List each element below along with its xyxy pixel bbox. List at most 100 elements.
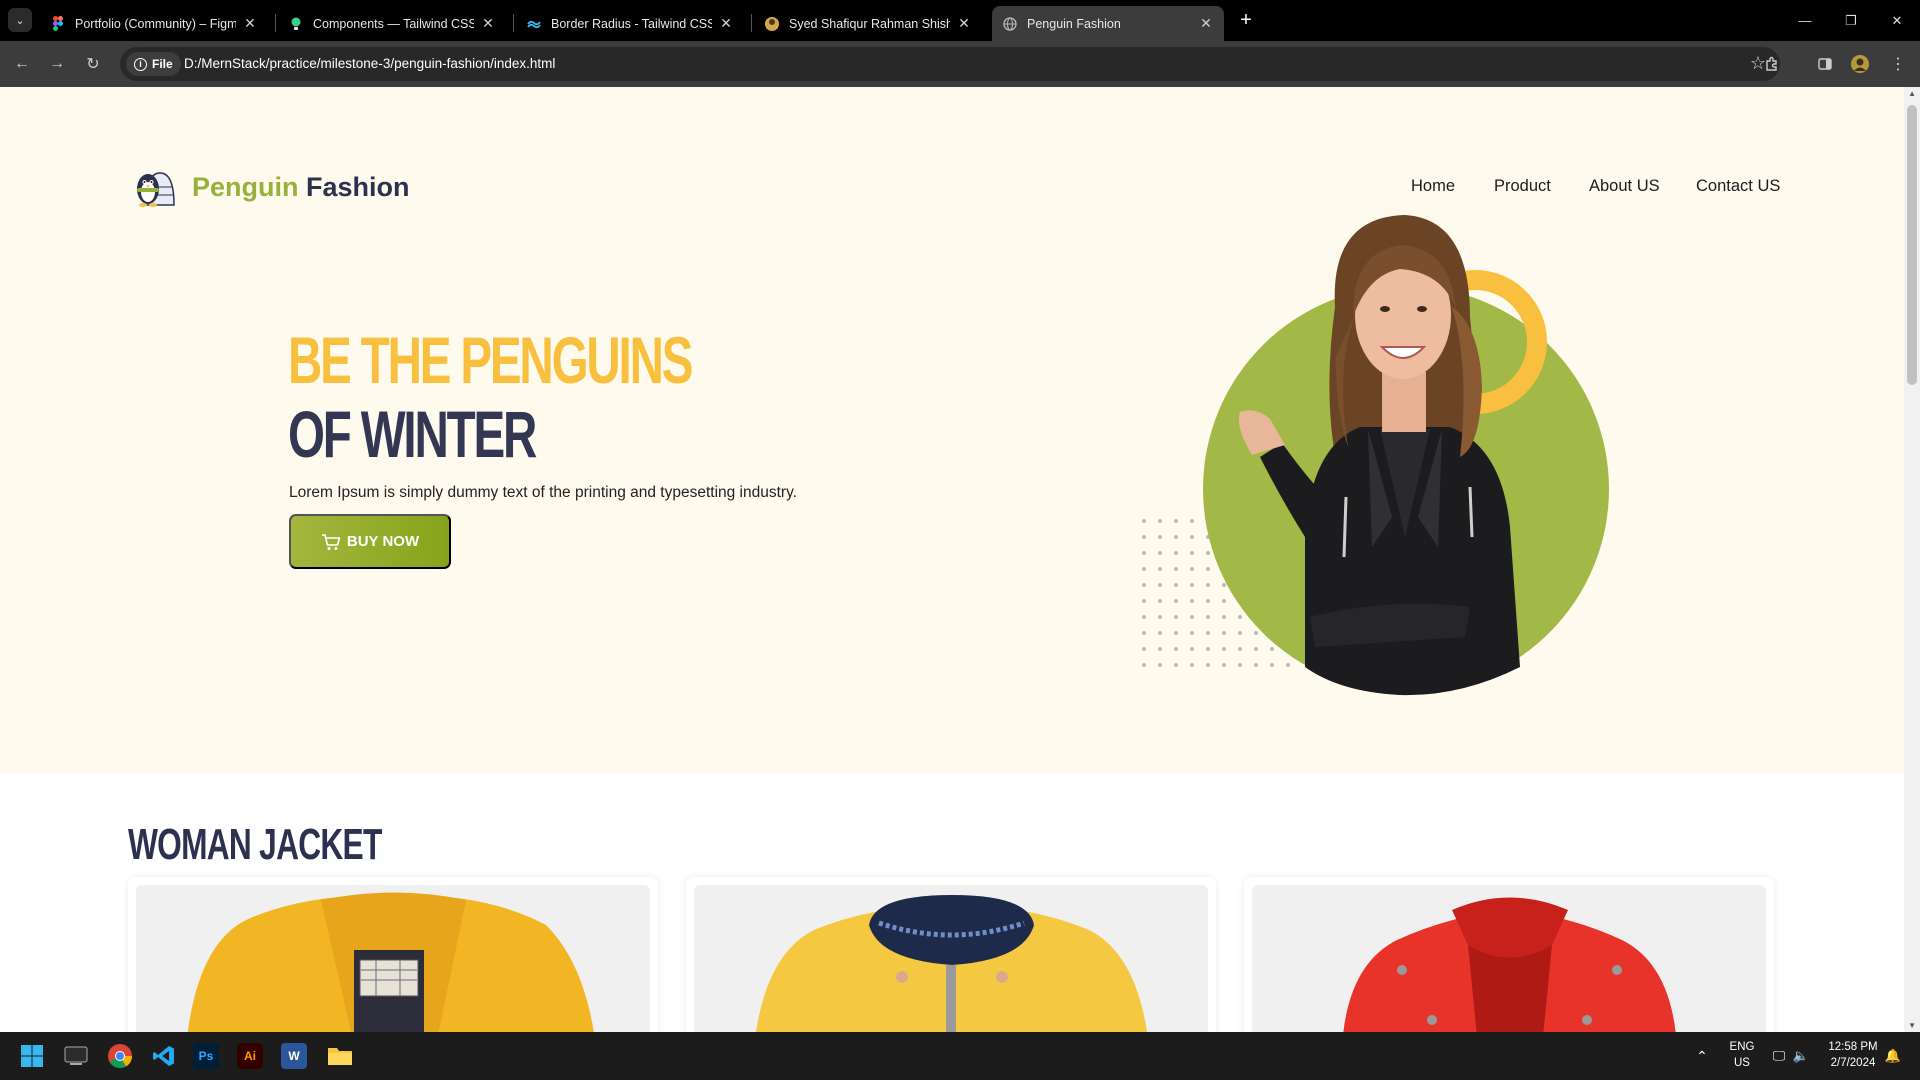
site-info-label: File bbox=[152, 57, 173, 71]
language-line-2: US bbox=[1734, 1057, 1750, 1069]
scrollbar-thumb[interactable] bbox=[1907, 105, 1917, 385]
restore-icon: ❐ bbox=[1845, 12, 1857, 28]
tab-figma[interactable]: Portfolio (Community) – Figma ✕ bbox=[40, 6, 268, 41]
language-line-1: ENG bbox=[1729, 1041, 1755, 1054]
url-text[interactable]: D:/MernStack/practice/milestone-3/pengui… bbox=[184, 56, 555, 71]
menu-button[interactable]: ⋮ bbox=[1886, 52, 1910, 76]
close-icon[interactable]: ✕ bbox=[956, 15, 972, 32]
tab-strip: ⌄ Portfolio (Community) – Figma ✕ Compon… bbox=[0, 0, 1920, 41]
minimize-icon: — bbox=[1798, 13, 1812, 28]
product-card[interactable] bbox=[686, 877, 1216, 1032]
bulb-icon bbox=[288, 16, 304, 32]
illustrator-icon[interactable]: Ai bbox=[237, 1043, 263, 1069]
figma-icon bbox=[50, 16, 66, 32]
close-icon: ✕ bbox=[1891, 12, 1903, 28]
reload-button[interactable]: ↻ bbox=[81, 52, 105, 76]
terminal-icon[interactable] bbox=[60, 1040, 92, 1072]
notification-bell-icon[interactable]: 🔔 bbox=[1882, 1032, 1904, 1080]
volume-icon[interactable]: 🔈 bbox=[1790, 1032, 1812, 1080]
chrome-icon[interactable] bbox=[104, 1040, 136, 1072]
nav-product[interactable]: Product bbox=[1494, 177, 1551, 196]
reload-icon: ↻ bbox=[86, 56, 100, 73]
vscode-icon[interactable] bbox=[148, 1040, 180, 1072]
plus-icon: + bbox=[1240, 8, 1252, 31]
close-icon[interactable]: ✕ bbox=[242, 15, 258, 32]
restore-button[interactable]: ❐ bbox=[1828, 0, 1874, 41]
new-tab-button[interactable]: + bbox=[1234, 8, 1258, 32]
hero-headline-line-1: BE THE PENGUINS bbox=[288, 323, 693, 397]
clock[interactable]: 12:58 PM 2/7/2024 bbox=[1820, 1032, 1886, 1080]
close-icon[interactable]: ✕ bbox=[480, 15, 496, 32]
network-icon[interactable]: 🖵 bbox=[1768, 1032, 1790, 1080]
buy-now-button[interactable]: BUY NOW bbox=[289, 514, 451, 569]
photoshop-icon[interactable]: Ps bbox=[193, 1043, 219, 1069]
side-panel-button[interactable] bbox=[1813, 52, 1837, 76]
minimize-button[interactable]: — bbox=[1782, 0, 1828, 41]
page-scrollbar[interactable]: ▲ ▼ bbox=[1904, 87, 1920, 1032]
arrow-left-icon: ← bbox=[14, 55, 30, 72]
nav-about-us[interactable]: About US bbox=[1589, 177, 1660, 196]
brand-name: Penguin Fashion bbox=[192, 172, 410, 203]
close-window-button[interactable]: ✕ bbox=[1874, 0, 1920, 41]
site-info-chip[interactable]: i File bbox=[126, 52, 181, 76]
globe-icon bbox=[1002, 16, 1018, 32]
hero-description: Lorem Ipsum is simply dummy text of the … bbox=[289, 484, 797, 501]
profile-button[interactable] bbox=[1848, 52, 1872, 76]
hero-image bbox=[1142, 215, 1609, 696]
arrow-right-icon: → bbox=[49, 55, 65, 72]
page-viewport: Penguin Fashion Home Product About US Co… bbox=[0, 87, 1920, 1032]
language-indicator[interactable]: ENG US bbox=[1724, 1032, 1760, 1080]
brand-logo[interactable]: Penguin Fashion bbox=[128, 165, 410, 209]
extensions-button[interactable] bbox=[1760, 52, 1784, 76]
section-title-woman-jacket: WOMAN JACKET bbox=[128, 820, 382, 869]
tab-divider bbox=[751, 14, 752, 32]
product-image-red-leather-jacket bbox=[1252, 885, 1766, 1032]
tab-penguin-fashion[interactable]: Penguin Fashion ✕ bbox=[992, 6, 1224, 41]
address-bar[interactable]: i File D:/MernStack/practice/milestone-3… bbox=[120, 47, 1780, 81]
tab-tailwind-components[interactable]: Components — Tailwind CSS Co ✕ bbox=[278, 6, 506, 41]
browser-toolbar: ← → ↻ i File D:/MernStack/practice/miles… bbox=[0, 41, 1920, 87]
tab-search-button[interactable]: ⌄ bbox=[8, 8, 32, 32]
nav-contact-us[interactable]: Contact US bbox=[1696, 177, 1780, 196]
tailwind-icon bbox=[526, 16, 542, 32]
product-card[interactable] bbox=[128, 877, 658, 1032]
file-explorer-icon[interactable] bbox=[324, 1040, 356, 1072]
tab-title: Portfolio (Community) – Figma bbox=[75, 16, 236, 31]
word-icon[interactable]: W bbox=[281, 1043, 307, 1069]
tab-border-radius[interactable]: Border Radius - Tailwind CSS ✕ bbox=[516, 6, 744, 41]
forward-button[interactable]: → bbox=[45, 52, 69, 76]
buy-now-label: BUY NOW bbox=[346, 533, 420, 550]
product-image-yellow-coat bbox=[136, 885, 650, 1032]
tab-title: Border Radius - Tailwind CSS bbox=[551, 16, 712, 31]
avatar-icon bbox=[764, 16, 780, 32]
scroll-down-arrow-icon[interactable]: ▼ bbox=[1908, 1021, 1916, 1030]
tab-title: Penguin Fashion bbox=[1027, 16, 1121, 31]
side-panel-icon bbox=[1818, 58, 1832, 70]
back-button[interactable]: ← bbox=[10, 52, 34, 76]
penguin-logo-icon bbox=[137, 172, 175, 207]
more-vertical-icon: ⋮ bbox=[1890, 56, 1906, 73]
tab-profile[interactable]: Syed Shafiqur Rahman Shishir-F ✕ bbox=[754, 6, 982, 41]
clock-date: 2/7/2024 bbox=[1830, 1057, 1876, 1069]
tab-title: Components — Tailwind CSS Co bbox=[313, 16, 474, 31]
tab-title: Syed Shafiqur Rahman Shishir-F bbox=[789, 16, 950, 31]
tab-divider bbox=[513, 14, 514, 32]
scroll-up-arrow-icon[interactable]: ▲ bbox=[1908, 89, 1916, 98]
avatar-icon bbox=[1851, 55, 1869, 73]
nav-home[interactable]: Home bbox=[1411, 177, 1455, 196]
clock-time: 12:58 PM bbox=[1828, 1041, 1878, 1054]
chevron-down-icon: ⌄ bbox=[15, 14, 25, 27]
brand-name-first: Penguin bbox=[192, 171, 299, 202]
puzzle-icon bbox=[1766, 56, 1777, 71]
brand-name-second: Fashion bbox=[306, 171, 410, 202]
tab-divider bbox=[275, 14, 276, 32]
windows-start-icon[interactable] bbox=[16, 1040, 48, 1072]
cart-icon bbox=[321, 533, 341, 550]
windows-taskbar: Ps Ai W ⌃ ENG US 🖵 🔈 12:58 PM 2/7/2024 🔔 bbox=[0, 1032, 1920, 1080]
close-icon[interactable]: ✕ bbox=[718, 15, 734, 32]
product-card[interactable] bbox=[1244, 877, 1774, 1032]
close-icon[interactable]: ✕ bbox=[1198, 15, 1214, 32]
product-image-yellow-rain-jacket bbox=[694, 885, 1208, 1032]
hero-section: Penguin Fashion Home Product About US Co… bbox=[0, 87, 1904, 773]
tray-overflow-chevron-icon[interactable]: ⌃ bbox=[1692, 1032, 1712, 1080]
